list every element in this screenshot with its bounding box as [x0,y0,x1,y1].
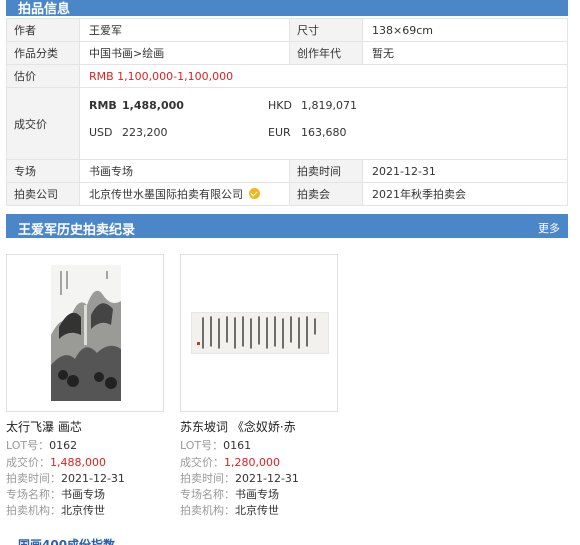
next-section-title: 国画400成份指数 [18,538,116,545]
history-item-image-frame[interactable] [6,254,164,412]
year-label: 创作年代 [289,41,363,65]
history-item-session: 专场名称：书画专场 [6,488,105,501]
deal-label: 成交价 [6,87,80,160]
date-value: 2021-12-31 [362,159,568,183]
year-value: 暂无 [362,41,568,65]
landscape-painting-image [51,265,121,401]
hkd-label: HKD [268,98,292,112]
more-link[interactable]: 更多 [538,220,560,236]
calligraphy-image [191,312,329,354]
eur-value: 163,680 [301,125,347,139]
date-label: 拍卖时间 [289,159,363,183]
usd-value: 223,200 [122,125,168,139]
history-item-title[interactable]: 苏东坡词 《念奴娇·赤 [180,418,296,435]
deal-prices: RMB 1,488,000 HKD 1,819,071 USD 223,200 … [79,87,568,160]
history-item-price: 成交价：1,488,000 [6,456,106,469]
history-item-lot: LOT号：0161 [180,439,252,452]
company-label: 拍卖公司 [6,182,80,206]
history-item-price: 成交价：1,280,000 [180,456,280,469]
company-cell: 北京传世水墨国际拍卖有限公司 [79,182,290,206]
session-label: 专场 [6,159,80,183]
history-section-header: 王爱军历史拍卖纪录 更多 [6,214,568,238]
size-label: 尺寸 [289,18,363,42]
rmb-label: RMB [89,98,117,112]
estimate-value: RMB 1,100,000-1,100,000 [79,64,568,88]
usd-label: USD [89,125,113,139]
history-item-org: 拍卖机构：北京传世 [180,504,279,517]
info-section-header: 拍品信息 [6,0,568,17]
history-item-image-frame[interactable] [180,254,338,412]
history-item-session: 专场名称：书画专场 [180,488,279,501]
info-section-title: 拍品信息 [18,2,71,17]
hkd-value: 1,819,071 [301,98,357,112]
rmb-value: 1,488,000 [122,98,184,112]
history-item-org: 拍卖机构：北京传世 [6,504,105,517]
company-value[interactable]: 北京传世水墨国际拍卖有限公司 [89,188,243,201]
artist-value: 王爱军 [79,18,290,42]
eur-label: EUR [268,125,291,139]
artist-label: 作者 [6,18,80,42]
size-value: 138×69cm [362,18,568,42]
session-value: 书画专场 [79,159,290,183]
auction-value: 2021年秋季拍卖会 [362,182,568,206]
lot-info-table: 作者 王爱军 尺寸 138×69cm 作品分类 中国书画>绘画 创作年代 暂无 … [6,18,568,206]
history-item-time: 拍卖时间：2021-12-31 [180,472,299,485]
history-item-title[interactable]: 太行飞瀑 画芯 [6,418,82,435]
history-item-lot: LOT号：0162 [6,439,78,452]
history-item-time: 拍卖时间：2021-12-31 [6,472,125,485]
auction-label: 拍卖会 [289,182,363,206]
category-value: 中国书画>绘画 [79,41,290,65]
verified-badge-icon [249,188,260,199]
category-label: 作品分类 [6,41,80,65]
estimate-label: 估价 [6,64,80,88]
history-section-title: 王爱军历史拍卖纪录 [18,223,136,238]
